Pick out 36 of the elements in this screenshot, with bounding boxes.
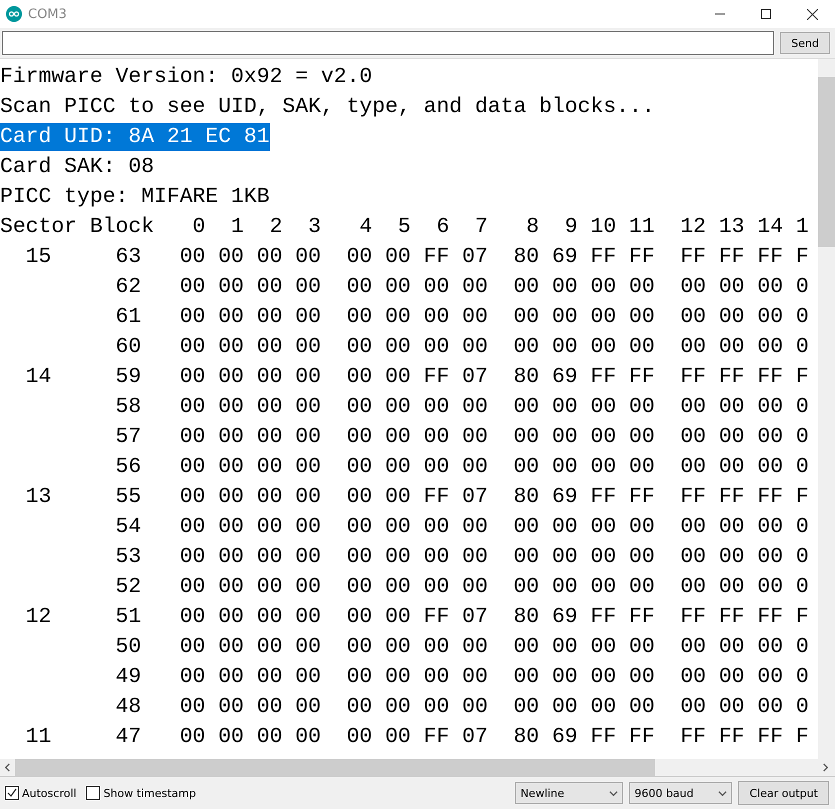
output-line: Firmware Version: 0x92 = v2.0 xyxy=(0,64,372,91)
checkbox-label: Autoscroll xyxy=(22,786,76,800)
window-title: COM3 xyxy=(28,6,68,22)
output-line: Sector Block 0 1 2 3 4 5 6 7 8 9 10 11 12 13 14 1 xyxy=(0,214,809,241)
output-line: 54 00 00 00 00 00 00 00 00 00 00 00 00 00 00 00 0 xyxy=(114,514,809,541)
output-line: Scan PICC to see UID, SAK, type, and data blocks... xyxy=(0,94,655,121)
close-icon[interactable] xyxy=(806,8,818,20)
app-logo-icon xyxy=(6,6,22,22)
output-line: 52 00 00 00 00 00 00 00 00 00 00 00 00 00 00 00 0 xyxy=(114,574,809,601)
message-input[interactable] xyxy=(2,31,774,55)
output-line: 61 00 00 00 00 00 00 00 00 00 00 00 00 00 00 00 0 xyxy=(114,304,809,331)
output-line: 53 00 00 00 00 00 00 00 00 00 00 00 00 00 00 00 0 xyxy=(114,544,809,571)
send-button[interactable]: Send xyxy=(780,32,830,54)
output-line: Card SAK: 08 xyxy=(0,154,154,181)
output-line: 56 00 00 00 00 00 00 00 00 00 00 00 00 00 00 00 0 xyxy=(114,454,809,481)
output-line: 49 00 00 00 00 00 00 00 00 00 00 00 00 00 00 00 0 xyxy=(114,664,809,691)
output-line: 11 47 00 00 00 00 00 00 FF 07 80 69 FF FF FF FF FF F xyxy=(24,724,809,751)
output-line: 15 63 00 00 00 00 00 00 FF 07 80 69 FF FF FF FF FF F xyxy=(24,244,809,271)
line-ending-dropdown[interactable]: Newline xyxy=(515,782,624,804)
output-line: PICC type: MIFARE 1KB xyxy=(0,184,270,211)
output-line: 13 55 00 00 00 00 00 00 FF 07 80 69 FF FF FF FF FF F xyxy=(24,484,809,511)
output-line: 50 00 00 00 00 00 00 00 00 00 00 00 00 00 00 00 0 xyxy=(114,634,809,661)
checkbox-label: Show timestamp xyxy=(103,786,196,800)
checkbox[interactable] xyxy=(86,786,100,800)
maximize-icon[interactable] xyxy=(761,9,771,19)
checkbox[interactable] xyxy=(5,786,19,800)
output-line: 58 00 00 00 00 00 00 00 00 00 00 00 00 00 00 00 0 xyxy=(114,394,809,421)
clear-output-button[interactable]: Clear output xyxy=(738,781,829,805)
vertical-scrollbar[interactable] xyxy=(818,59,835,759)
output-line: 12 51 00 00 00 00 00 00 FF 07 80 69 FF FF FF FF FF F xyxy=(24,604,809,631)
output-line: 48 00 00 00 00 00 00 00 00 00 00 00 00 00 00 00 0 xyxy=(114,694,809,721)
output-line: 14 59 00 00 00 00 00 00 FF 07 80 69 FF FF FF FF FF F xyxy=(24,364,809,391)
baud-rate-dropdown[interactable]: 9600 baud xyxy=(629,782,732,804)
output-line: 57 00 00 00 00 00 00 00 00 00 00 00 00 00 00 00 0 xyxy=(114,424,809,451)
output-line: 60 00 00 00 00 00 00 00 00 00 00 00 00 00 00 00 0 xyxy=(114,334,809,361)
output-line: 62 00 00 00 00 00 00 00 00 00 00 00 00 00 00 00 0 xyxy=(114,274,809,301)
